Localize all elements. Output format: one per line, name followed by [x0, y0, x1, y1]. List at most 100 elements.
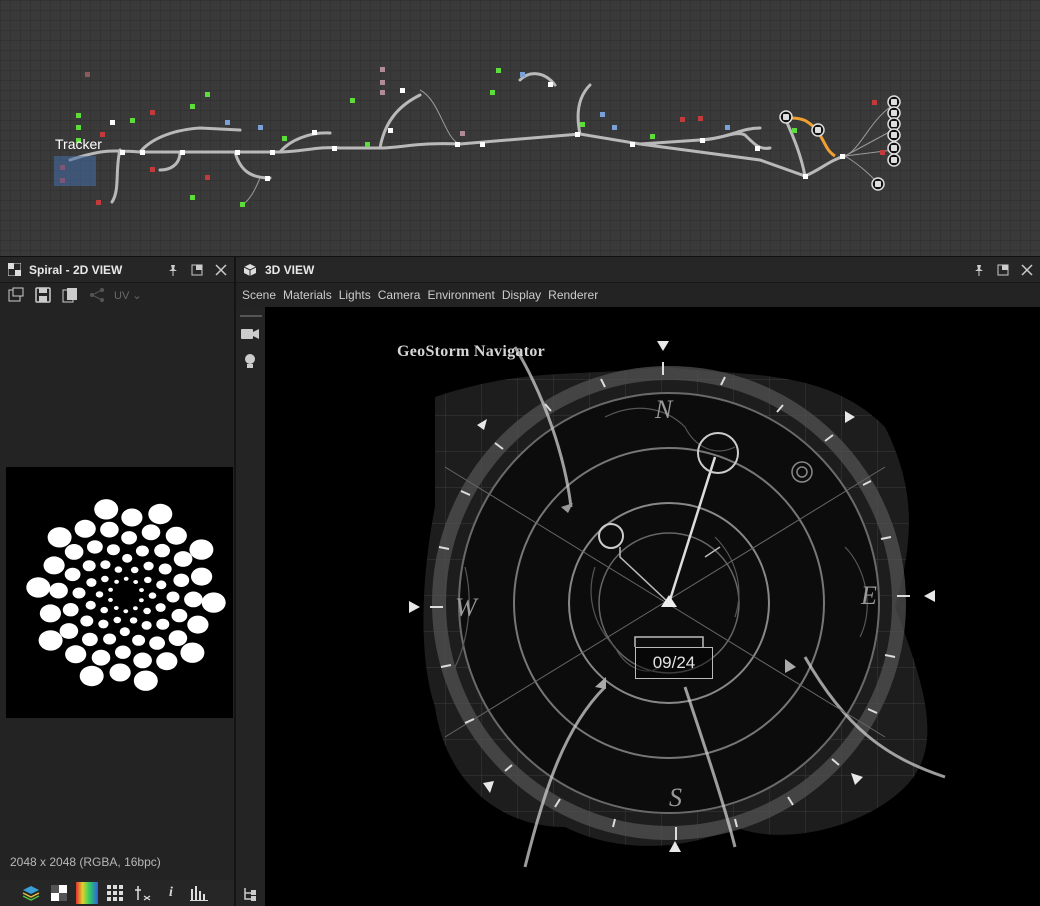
spiral-dot: [80, 615, 94, 627]
layers-icon[interactable]: [20, 882, 42, 904]
histogram-icon[interactable]: [188, 882, 210, 904]
spiral-dot: [171, 608, 188, 623]
spiral-dot: [133, 670, 158, 691]
viewport-side-toolbar: [236, 307, 265, 906]
spiral-dot: [64, 567, 81, 582]
light-bulb-icon[interactable]: [244, 353, 256, 374]
spiral-dot: [65, 645, 87, 664]
spiral-dot: [108, 587, 113, 592]
spiral-dot: [100, 560, 111, 569]
compass-west: W: [455, 593, 477, 622]
spiral-dot: [180, 642, 205, 663]
node-graph[interactable]: Tracker: [0, 0, 1040, 257]
pixel-picker-icon[interactable]: [132, 882, 154, 904]
menu-display[interactable]: Display: [502, 288, 541, 302]
spiral-dot: [129, 617, 138, 624]
menu-environment[interactable]: Environment: [427, 288, 494, 302]
checker-toggle-icon[interactable]: [48, 882, 70, 904]
menu-materials[interactable]: Materials: [283, 288, 332, 302]
maximize-icon[interactable]: [996, 263, 1010, 277]
spiral-dot: [109, 663, 131, 682]
copy-icon[interactable]: [59, 285, 81, 305]
viewport-3d[interactable]: GeoStorm Navigator 09/24 N S E W: [265, 307, 1040, 906]
spiral-dot: [86, 578, 97, 587]
spiral-dot: [132, 634, 146, 646]
spiral-dot: [108, 597, 113, 602]
spiral-dot: [191, 567, 213, 586]
spiral-dot: [189, 539, 214, 560]
toolbar-2d: UV ⌄: [0, 283, 234, 307]
node-graph-canvas[interactable]: [0, 0, 1040, 256]
camera-icon[interactable]: [241, 327, 259, 346]
spiral-dot: [143, 561, 154, 571]
maximize-icon[interactable]: [190, 263, 204, 277]
spiral-dot: [49, 582, 68, 599]
spiral-dot: [47, 527, 72, 548]
color-gradient-icon[interactable]: [76, 882, 98, 904]
menu-scene[interactable]: Scene: [242, 288, 276, 302]
spiral-dot: [94, 499, 119, 520]
spiral-dot: [74, 519, 96, 538]
graph-link-icon[interactable]: [86, 285, 108, 305]
spiral-dot: [168, 630, 188, 646]
spiral-dot: [187, 615, 209, 634]
date-label: 09/24: [635, 647, 713, 679]
spiral-dot: [123, 576, 129, 581]
spiral-dot: [82, 632, 98, 647]
spiral-dot: [98, 619, 109, 629]
spiral-dot: [156, 652, 178, 671]
spiral-pattern: [26, 499, 226, 691]
spiral-dot: [141, 621, 152, 630]
spiral-dot: [26, 577, 51, 598]
menu-camera[interactable]: Camera: [378, 288, 421, 302]
spiral-dot: [100, 606, 108, 614]
grid-icon[interactable]: [104, 882, 126, 904]
spiral-dot: [82, 560, 96, 572]
menu-lights[interactable]: Lights: [339, 288, 371, 302]
spiral-dot: [72, 587, 86, 599]
resolution-label: 2048 x 2048 (RGBA, 16bpc): [10, 855, 161, 869]
spiral-dot: [85, 600, 96, 610]
save-icon[interactable]: [32, 285, 54, 305]
compass-north: N: [655, 395, 673, 424]
spiral-dot: [119, 627, 130, 637]
uv-dropdown[interactable]: UV ⌄: [114, 289, 142, 302]
hierarchy-icon[interactable]: [243, 887, 257, 906]
spiral-dot: [123, 609, 129, 614]
spiral-dot: [91, 649, 111, 666]
panel-header-2d: Spiral - 2D VIEW: [0, 257, 234, 283]
spiral-dot: [149, 636, 166, 650]
spiral-dot: [103, 633, 117, 645]
close-icon[interactable]: [214, 263, 228, 277]
info-icon[interactable]: i: [160, 882, 182, 904]
viewport-title: GeoStorm Navigator: [397, 343, 546, 360]
side-toolbar-grip[interactable]: [240, 315, 262, 317]
spiral-dot: [165, 526, 187, 545]
tracker-node-label[interactable]: Tracker: [55, 136, 102, 152]
spiral-dot: [173, 573, 190, 587]
spiral-dot: [156, 580, 167, 590]
pin-icon[interactable]: [166, 263, 180, 277]
spiral-dot: [101, 575, 109, 583]
spiral-preview[interactable]: [6, 467, 233, 718]
tracker-node-selection[interactable]: [54, 156, 96, 186]
spiral-dot: [144, 576, 152, 584]
spiral-dot: [184, 591, 203, 608]
view-toggle-icon[interactable]: [5, 285, 27, 305]
panel-title-3d: 3D VIEW: [265, 262, 315, 277]
menu-renderer[interactable]: Renderer: [548, 288, 598, 302]
pin-icon[interactable]: [972, 263, 986, 277]
spiral-dot: [106, 544, 120, 556]
spiral-dot: [139, 598, 144, 603]
panel-header-3d: 3D VIEW: [236, 257, 1040, 283]
spiral-dot: [87, 540, 103, 554]
compass-east: E: [861, 581, 877, 610]
spiral-dot: [38, 630, 63, 651]
spiral-dot: [59, 623, 79, 639]
bottom-toolbar-2d: i: [0, 880, 234, 906]
geostorm-hud: [409, 341, 946, 868]
spiral-dot: [62, 603, 79, 617]
spiral-dot: [133, 606, 138, 611]
close-icon[interactable]: [1020, 263, 1034, 277]
compass-south: S: [669, 783, 682, 812]
